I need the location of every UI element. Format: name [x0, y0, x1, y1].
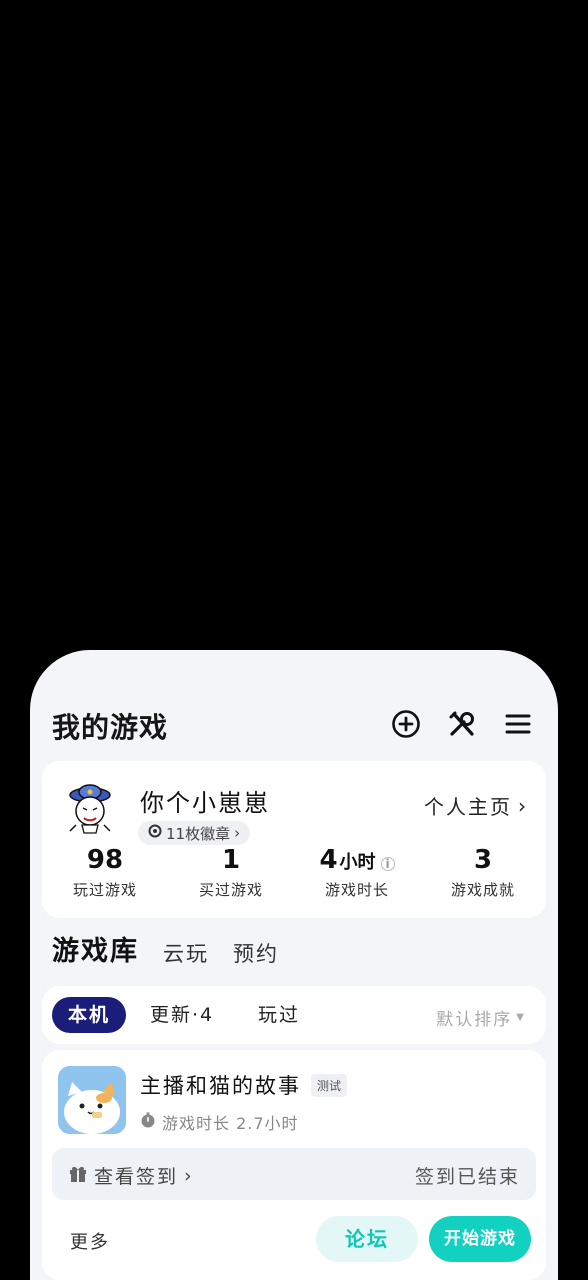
add-circle-icon[interactable] [390, 708, 422, 740]
username: 你个小崽崽 [140, 789, 270, 817]
stat-label: 游戏成就 [450, 881, 515, 899]
playtime-text: 游戏时长 2.7小时 [162, 1114, 299, 1133]
menu-icon[interactable] [502, 708, 534, 740]
page-title: 我的游戏 [52, 711, 169, 744]
sort-dropdown[interactable]: 默认排序 ▼ [436, 1005, 526, 1030]
badges-count: 11枚徽章 [166, 824, 231, 843]
game-title: 主播和猫的故事 [140, 1074, 301, 1098]
start-game-button[interactable]: 开始游戏 [429, 1216, 531, 1262]
stat-label: 玩过游戏 [72, 881, 137, 899]
stat-playtime[interactable]: 4 小时 i 游戏时长 [294, 845, 420, 900]
gift-icon [68, 1163, 88, 1188]
sort-label: 默认排序 [436, 1010, 513, 1030]
tab-library[interactable]: 游戏库 [52, 929, 139, 968]
stat-value: 98 [86, 845, 124, 875]
game-card[interactable]: 主播和猫的故事 测试 游戏时长 2.7小时 查看签到 › 签到已结束 更多 论坛… [42, 1050, 546, 1280]
checkin-label: 查看签到 [94, 1166, 179, 1188]
avatar[interactable] [62, 781, 118, 837]
header: 我的游戏 [52, 706, 534, 746]
tab-reservations[interactable]: 预约 [233, 938, 279, 968]
caret-down-icon: ▼ [516, 1012, 526, 1023]
stat-played[interactable]: 98 玩过游戏 [42, 845, 168, 900]
stopwatch-icon [140, 1112, 156, 1132]
stat-value: 3 [473, 845, 493, 875]
forum-button[interactable]: 论坛 [316, 1216, 418, 1262]
test-tag: 测试 [311, 1073, 348, 1097]
stats-row: 98 玩过游戏 1 买过游戏 4 小时 i 游戏时长 3 游戏成就 [42, 845, 546, 900]
game-cover[interactable] [58, 1066, 126, 1134]
filter-chip-local[interactable]: 本机 [52, 997, 127, 1033]
stat-label: 游戏时长 [324, 881, 389, 899]
info-icon[interactable]: i [380, 857, 395, 871]
section-tabs: 游戏库 云玩 预约 [52, 932, 279, 968]
stat-achievements[interactable]: 3 游戏成就 [420, 845, 546, 900]
checkin-status: 签到已结束 [414, 1166, 520, 1188]
game-title-row: 主播和猫的故事 测试 [140, 1070, 348, 1100]
stat-purchased[interactable]: 1 买过游戏 [168, 845, 294, 900]
medal-icon [148, 824, 162, 842]
homepage-label: 个人主页 [424, 795, 512, 819]
game-playtime: 游戏时长 2.7小时 [140, 1110, 299, 1134]
stat-label: 买过游戏 [198, 881, 263, 899]
checkin-bar[interactable]: 查看签到 › 签到已结束 [52, 1148, 536, 1200]
chevron-right-icon: › [184, 1164, 194, 1187]
profile-card[interactable]: 你个小崽崽 11枚徽章 › 个人主页 › 98 玩过游戏 1 买过游戏 4 小时… [42, 761, 546, 918]
more-button[interactable]: 更多 [70, 1228, 110, 1254]
my-games-sheet: 我的游戏 你个小崽崽 11枚徽章 › 个人主页 › 98 玩过游戏 1 买过游戏… [30, 650, 558, 1280]
stat-value: 1 [221, 845, 241, 875]
chevron-right-icon: › [518, 793, 528, 818]
stat-unit: 小时 [339, 852, 376, 873]
checkin-link[interactable]: 查看签到 › [68, 1162, 194, 1189]
header-actions [390, 706, 534, 742]
filter-bar: 本机 更新·4 玩过 默认排序 ▼ [42, 986, 546, 1044]
stat-value: 4 [319, 845, 338, 875]
filter-chip-updates[interactable]: 更新·4 [150, 997, 214, 1033]
badges-link[interactable]: 11枚徽章 › [138, 821, 251, 845]
filter-chip-played[interactable]: 玩过 [258, 997, 300, 1033]
tools-icon[interactable] [446, 708, 478, 740]
tab-cloud-play[interactable]: 云玩 [163, 938, 209, 968]
homepage-link[interactable]: 个人主页 › [424, 791, 528, 820]
chevron-right-icon: › [234, 824, 241, 842]
